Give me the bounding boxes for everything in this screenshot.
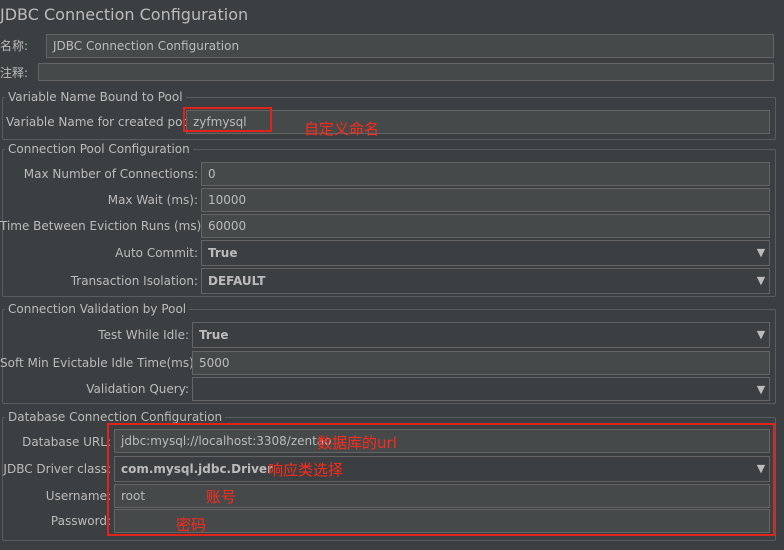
test-while-idle-value: True [199,328,229,342]
variable-name-label: Variable Name for created pool: [6,115,198,129]
validation-query-select[interactable]: ▼ [192,377,770,401]
database-url-label: Database URL: [22,435,111,449]
name-input[interactable]: JDBC Connection Configuration [46,34,774,58]
auto-commit-label: Auto Commit: [115,246,198,260]
validation-query-label: Validation Query: [86,382,189,396]
auto-commit-select[interactable]: True ▼ [201,240,770,266]
comment-input[interactable] [38,63,774,81]
auto-commit-value: True [208,246,238,260]
transaction-isolation-label: Transaction Isolation: [70,274,198,288]
chevron-down-icon[interactable]: ▼ [753,323,769,347]
annotation-custom-name: 自定义命名 [304,120,380,138]
variable-name-group-title: Variable Name Bound to Pool [5,90,186,104]
max-wait-input[interactable]: 10000 [201,188,770,212]
password-label: Password: [50,514,111,528]
connection-pool-group-title: Connection Pool Configuration [5,142,193,156]
max-connections-input[interactable]: 0 [201,162,770,186]
chevron-down-icon[interactable]: ▼ [753,269,769,293]
eviction-runs-label: Time Between Eviction Runs (ms): [0,219,206,233]
highlight-database-connection [107,423,775,536]
test-while-idle-select[interactable]: True ▼ [192,322,770,348]
soft-min-idle-label: Soft Min Evictable Idle Time(ms): [0,356,198,370]
connection-validation-group-title: Connection Validation by Pool [5,302,190,316]
chevron-down-icon[interactable]: ▼ [753,241,769,265]
name-label: 名称: [0,39,29,53]
highlight-variable-name [183,107,272,132]
transaction-isolation-select[interactable]: DEFAULT ▼ [201,268,770,294]
page-title: JDBC Connection Configuration [0,5,249,24]
jdbc-driver-label: JDBC Driver class: [3,462,111,476]
soft-min-idle-input[interactable]: 5000 [192,351,770,375]
comment-label: 注释: [0,66,29,80]
max-connections-label: Max Number of Connections: [23,167,198,181]
transaction-isolation-value: DEFAULT [208,274,266,288]
test-while-idle-label: Test While Idle: [98,328,189,342]
chevron-down-icon[interactable]: ▼ [753,378,769,400]
max-wait-label: Max Wait (ms): [107,193,198,207]
eviction-runs-input[interactable]: 60000 [201,214,770,238]
variable-name-input[interactable]: zyfmysql [186,110,770,134]
database-connection-group-title: Database Connection Configuration [5,410,226,424]
username-label: Username: [45,489,111,503]
